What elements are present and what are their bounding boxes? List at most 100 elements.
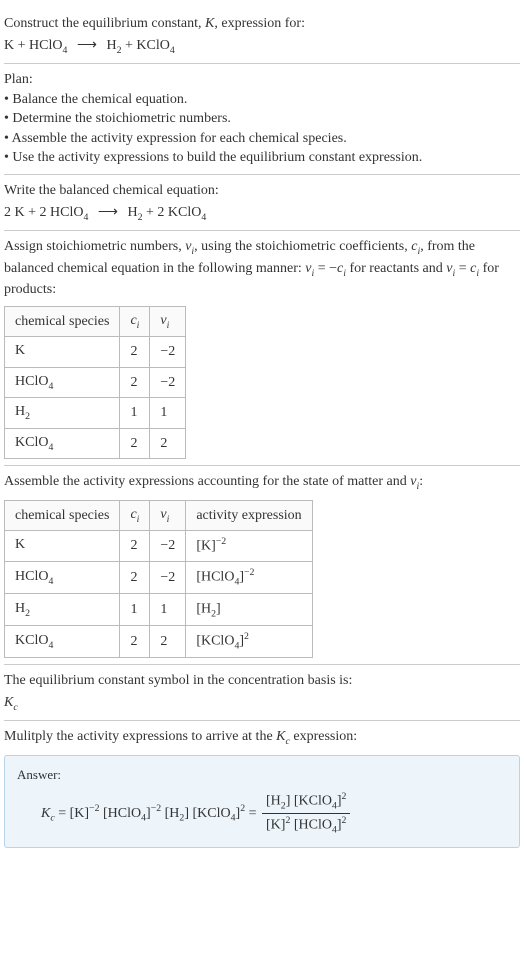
answer-label: Answer:: [17, 766, 507, 784]
th-ci: ci: [120, 306, 150, 337]
cell-nu: 2: [150, 428, 186, 459]
th-ci: ci: [120, 500, 150, 531]
act-h1: Assemble the activity expressions accoun…: [4, 474, 410, 489]
eq-rhs1: H: [106, 38, 116, 53]
cell-species: HClO4: [5, 561, 120, 593]
plan-heading: Plan:: [4, 70, 520, 90]
plan-item: Balance the chemical equation.: [4, 90, 520, 110]
exp: −2: [151, 803, 161, 814]
multiply-text: Mulitply the activity expressions to arr…: [4, 727, 520, 749]
K-var: K: [276, 729, 285, 744]
cell-activity: [K]−2: [186, 531, 312, 562]
section-kc-symbol: The equilibrium constant symbol in the c…: [4, 664, 520, 720]
cell-c: 2: [120, 561, 150, 593]
K-var: K: [41, 806, 50, 821]
term: [H: [161, 806, 179, 821]
stoich-h2: , using the stoichiometric coefficients,: [194, 239, 411, 254]
eq-rhs2: + KClO: [121, 38, 169, 53]
bal-arrow: ⟶: [98, 203, 118, 223]
cell-nu: 2: [150, 626, 186, 658]
term: [KClO: [189, 806, 231, 821]
table-row: HClO4 2 −2 [HClO4]−2: [5, 561, 313, 593]
eq-arrow: ⟶: [77, 36, 97, 56]
eq-sign: =: [55, 806, 70, 821]
table-row: HClO4 2 −2: [5, 367, 186, 398]
section-intro: Construct the equilibrium constant, K, e…: [4, 8, 520, 63]
cell-c: 2: [120, 626, 150, 658]
cell-species: HClO4: [5, 367, 120, 398]
cell-activity: [KClO4]2: [186, 626, 312, 658]
cell-c: 2: [120, 337, 150, 368]
cell-nu: 1: [150, 398, 186, 429]
eq-lhs-sub: 4: [62, 44, 67, 55]
K-var: K: [205, 16, 214, 31]
bal-rhs-sub2: 4: [201, 211, 206, 222]
bal-lhs: 2 K + 2 HClO: [4, 205, 83, 220]
table-row: H2 1 1 [H2]: [5, 593, 313, 625]
cell-nu: −2: [150, 337, 186, 368]
fraction: [H2] [KClO4]2[K]2 [HClO4]2: [262, 790, 350, 837]
intro-equation: K + HClO4 ⟶ H2 + KClO4: [4, 36, 520, 58]
table-row: K 2 −2 [K]−2: [5, 531, 313, 562]
eq-sign: =: [245, 806, 260, 821]
stoich-table: chemical species ci νi K 2 −2 HClO4 2 −2…: [4, 306, 186, 460]
table-row: K 2 −2: [5, 337, 186, 368]
cell-nu: −2: [150, 367, 186, 398]
act-h2: :: [419, 474, 423, 489]
rel-eq: = −: [314, 261, 337, 276]
cell-activity: [HClO4]−2: [186, 561, 312, 593]
th-nui: νi: [150, 500, 186, 531]
table-row: H2 1 1: [5, 398, 186, 429]
balanced-heading: Write the balanced chemical equation:: [4, 181, 520, 201]
cell-nu: −2: [150, 531, 186, 562]
kc-symbol: Kc: [4, 693, 520, 715]
section-activity: Assemble the activity expressions accoun…: [4, 465, 520, 664]
cell-c: 2: [120, 531, 150, 562]
answer-box: Answer: Kc = [K]−2 [HClO4]−2 [H2] [KClO4…: [4, 755, 520, 849]
bal-lhs-sub: 4: [83, 211, 88, 222]
bal-rhs1: H: [127, 205, 137, 220]
rel-eq2: =: [455, 261, 470, 276]
stoich-h4: for reactants and: [346, 261, 446, 276]
table-header-row: chemical species ci νi activity expressi…: [5, 500, 313, 531]
intro-line1: Construct the equilibrium constant,: [4, 16, 205, 31]
cell-c: 1: [120, 593, 150, 625]
term: [K]: [70, 806, 89, 821]
plan-item: Use the activity expressions to build th…: [4, 148, 520, 168]
eq-rhs-sub2: 4: [170, 44, 175, 55]
section-plan: Plan: Balance the chemical equation. Det…: [4, 63, 520, 174]
eq-lhs: K + HClO: [4, 38, 62, 53]
cell-c: 2: [120, 428, 150, 459]
cell-species: KClO4: [5, 428, 120, 459]
bal-rhs2: + 2 KClO: [142, 205, 201, 220]
th-species: chemical species: [5, 500, 120, 531]
table-row: KClO4 2 2 [KClO4]2: [5, 626, 313, 658]
plan-item: Assemble the activity expression for eac…: [4, 129, 520, 149]
cell-c: 1: [120, 398, 150, 429]
balanced-equation: 2 K + 2 HClO4 ⟶ H2 + 2 KClO4: [4, 203, 520, 225]
mult-l1: Mulitply the activity expressions to arr…: [4, 729, 276, 744]
cell-species: K: [5, 531, 120, 562]
cell-species: K: [5, 337, 120, 368]
plan-list: Balance the chemical equation. Determine…: [4, 90, 520, 168]
table-row: KClO4 2 2: [5, 428, 186, 459]
th-nui: νi: [150, 306, 186, 337]
cell-nu: 1: [150, 593, 186, 625]
stoich-h1: Assign stoichiometric numbers,: [4, 239, 185, 254]
intro-text: Construct the equilibrium constant, K, e…: [4, 14, 520, 34]
table-header-row: chemical species ci νi: [5, 306, 186, 337]
section-multiply: Mulitply the activity expressions to arr…: [4, 720, 520, 854]
activity-table: chemical species ci νi activity expressi…: [4, 500, 313, 658]
c-sub: c: [13, 702, 17, 713]
kc-expression: Kc = [K]−2 [HClO4]−2 [H2] [KClO4]2 = [H2…: [17, 790, 507, 837]
th-species: chemical species: [5, 306, 120, 337]
stoich-heading: Assign stoichiometric numbers, νi, using…: [4, 237, 520, 300]
cell-nu: −2: [150, 561, 186, 593]
numerator: [H2] [KClO4]2: [262, 790, 350, 814]
cell-activity: [H2]: [186, 593, 312, 625]
exp: −2: [89, 803, 99, 814]
cell-species: H2: [5, 398, 120, 429]
mult-l2: expression:: [290, 729, 357, 744]
K-var: K: [4, 695, 13, 710]
section-stoich: Assign stoichiometric numbers, νi , using…: [4, 230, 520, 465]
